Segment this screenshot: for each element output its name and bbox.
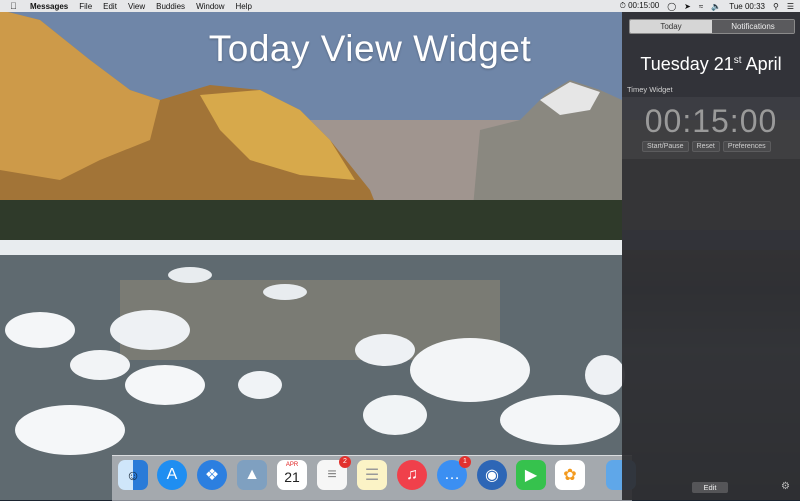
- finder-icon[interactable]: ☺: [118, 460, 148, 490]
- notification-center-tabs: Today Notifications: [629, 19, 795, 34]
- photos-icon[interactable]: ✿: [555, 460, 585, 490]
- calendar-icon[interactable]: APR 21: [277, 460, 307, 490]
- tweetbot-icon[interactable]: ◉: [477, 460, 507, 490]
- menu-help[interactable]: Help: [236, 2, 252, 11]
- clock-icon: ⏱: [619, 1, 626, 10]
- calendar-month: APR: [285, 462, 299, 468]
- apple-menu-icon[interactable]: : [10, 1, 20, 11]
- app-store-icon[interactable]: A: [157, 460, 187, 490]
- reminders-badge: 2: [339, 456, 351, 468]
- preview-photo-icon[interactable]: ▲: [237, 460, 267, 490]
- facetime-icon[interactable]: ▶: [516, 460, 546, 490]
- messages-icon[interactable]: … 1: [437, 456, 471, 490]
- menu-file[interactable]: File: [79, 2, 92, 11]
- menu-window[interactable]: Window: [196, 2, 224, 11]
- reminders-icon[interactable]: ≡ 2: [317, 456, 351, 490]
- notes-icon[interactable]: ☰: [357, 460, 387, 490]
- calendar-day: 21: [284, 469, 300, 485]
- preferences-button[interactable]: Preferences: [722, 141, 771, 152]
- tab-today[interactable]: Today: [630, 20, 712, 33]
- widget-title: Timey Widget: [627, 85, 673, 94]
- date-suffix: st: [733, 55, 742, 66]
- desktop-title: Today View Widget: [208, 28, 532, 69]
- menu-app-name[interactable]: Messages: [30, 2, 68, 11]
- location-arrow-icon[interactable]: ➤: [684, 2, 691, 11]
- date-day: Tuesday 21: [640, 54, 734, 74]
- timer-status-item[interactable]: ⏱ 00:15:00: [620, 1, 660, 11]
- menu-edit[interactable]: Edit: [103, 2, 117, 11]
- safari-icon[interactable]: ❖: [197, 460, 227, 490]
- settings-gear-icon[interactable]: ⚙: [781, 481, 790, 492]
- wifi-icon[interactable]: ≈: [699, 2, 703, 11]
- clock-text[interactable]: Tue 00:33: [729, 2, 765, 11]
- search-icon[interactable]: ⚲: [773, 2, 779, 11]
- itunes-icon[interactable]: ♫: [397, 460, 427, 490]
- widget-button-row: Start/Pause Reset Preferences: [642, 141, 771, 152]
- widget-timer-display: 00:15:00: [644, 103, 778, 139]
- start-pause-button[interactable]: Start/Pause: [642, 141, 689, 152]
- today-date: Tuesday 21st April: [622, 54, 800, 75]
- menu-bar:  Messages File Edit View Buddies Window…: [0, 0, 800, 12]
- tab-notifications[interactable]: Notifications: [712, 20, 794, 33]
- date-month: April: [745, 54, 782, 74]
- circle-icon[interactable]: ◯: [667, 2, 676, 11]
- notification-center-icon[interactable]: ☰: [787, 2, 794, 11]
- edit-button[interactable]: Edit: [692, 482, 728, 493]
- messages-badge: 1: [459, 456, 471, 468]
- finder-face-glyph: ☺: [125, 467, 141, 483]
- menu-view[interactable]: View: [128, 2, 145, 11]
- timer-status-text: 00:15:00: [628, 1, 660, 10]
- volume-icon[interactable]: 🔈: [711, 2, 721, 11]
- reset-button[interactable]: Reset: [691, 141, 720, 152]
- menu-buddies[interactable]: Buddies: [156, 2, 185, 11]
